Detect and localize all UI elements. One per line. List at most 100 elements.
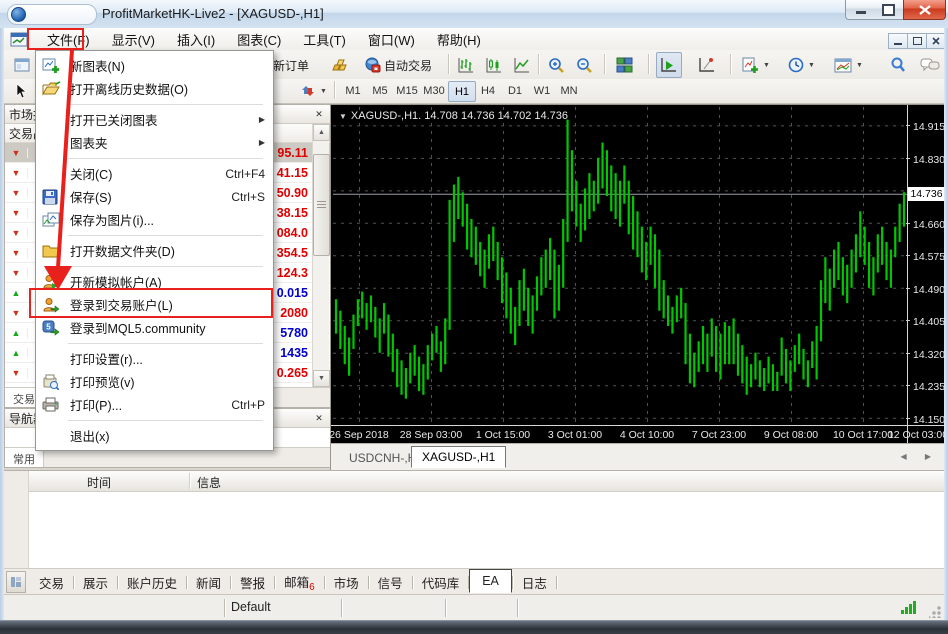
terminal-tab-2[interactable]: 账户历史 (118, 570, 186, 595)
menu-item-r[interactable]: 打印设置(r)... (36, 347, 273, 370)
timeframe-m5[interactable]: M5 (367, 81, 393, 100)
tile-windows-button[interactable] (612, 52, 637, 78)
market-watch-scrollbar[interactable]: ▲ ▼ (312, 124, 329, 387)
gold-button[interactable] (326, 52, 356, 78)
terminal-tab-ea[interactable]: EA (469, 569, 512, 593)
zoom-out-icon (576, 57, 593, 74)
market-watch-toggle-button[interactable] (10, 52, 34, 78)
menu-insert[interactable]: 插入(I) (166, 28, 226, 51)
menu-file[interactable]: 文件(F) (36, 28, 101, 51)
autotrade-button[interactable]: 自动交易 (360, 52, 436, 78)
menu-item-mql5community[interactable]: 5 登录到MQL5.community (36, 316, 273, 339)
templates-button[interactable]: ▼ (830, 52, 867, 78)
timeframe-h4[interactable]: H4 (475, 81, 501, 100)
chat-button[interactable] (916, 52, 944, 78)
menu-help[interactable]: 帮助(H) (426, 28, 492, 51)
indicators-button[interactable]: ▼ (738, 52, 774, 78)
tab-scroll-arrows[interactable]: ◀ ▶ (900, 452, 939, 461)
timeframe-m1[interactable]: M1 (340, 81, 366, 100)
status-profile[interactable]: Default (231, 600, 271, 614)
column-time[interactable]: 时间 (87, 474, 111, 491)
app-logo-pill[interactable] (7, 4, 97, 25)
styler-button[interactable]: ▼ (296, 80, 331, 102)
submenu-arrow-icon: ▶ (259, 138, 265, 147)
scroll-up-icon[interactable]: ▲ (313, 124, 330, 141)
terminal-panel-icon[interactable] (6, 571, 26, 593)
chart-collapse-icon[interactable]: ▼ (339, 112, 347, 121)
mdi-system-icon[interactable] (10, 32, 28, 47)
terminal-tab-1[interactable]: 展示 (74, 570, 117, 595)
auto-scroll-button[interactable] (656, 52, 682, 78)
menu-item-c[interactable]: 关闭(C)Ctrl+F4 (36, 162, 273, 185)
time-tick-label: 3 Oct 01:00 (548, 429, 602, 441)
terminal-tab-7[interactable]: 信号 (369, 570, 412, 595)
column-message[interactable]: 信息 (197, 474, 221, 491)
timeframe-d1[interactable]: D1 (502, 81, 528, 100)
terminal-tab-3[interactable]: 新闻 (187, 570, 230, 595)
mdi-restore-button[interactable] (907, 33, 927, 49)
terminal-tab-0[interactable]: 交易 (30, 570, 73, 595)
bar-chart-mode-button[interactable] (454, 52, 478, 78)
timeframe-m30[interactable]: M30 (421, 81, 447, 100)
zoom-out-button[interactable] (572, 52, 597, 78)
menu-view[interactable]: 显示(V) (101, 28, 166, 51)
terminal-tab-6[interactable]: 市场 (325, 570, 368, 595)
periods-button[interactable]: ▼ (784, 52, 819, 78)
timeframe-m15[interactable]: M15 (394, 81, 420, 100)
mdi-close-button[interactable] (926, 33, 946, 49)
menu-item-i[interactable]: 保存为图片(i)... (36, 208, 273, 231)
menu-item-a[interactable]: 开新模拟帐户(A) (36, 270, 273, 293)
terminal-tab-8[interactable]: 代码库 (413, 570, 469, 595)
timeframe-w1[interactable]: W1 (529, 81, 555, 100)
arrow-up-icon: ▲ (5, 328, 28, 338)
resize-grip[interactable] (929, 606, 941, 618)
price-axis[interactable]: 14.91514.83014.66014.57514.49014.40514.3… (909, 105, 945, 425)
scrollbar-thumb[interactable] (313, 154, 330, 256)
menu-window[interactable]: 窗口(W) (357, 28, 426, 51)
menu-item-v[interactable]: 打印预览(v) (36, 370, 273, 393)
timeframe-mn[interactable]: MN (556, 81, 582, 100)
cursor-tool-button[interactable] (10, 80, 32, 102)
minimize-button[interactable] (845, 0, 876, 20)
terminal-tab-5[interactable]: 邮箱6 (275, 569, 324, 596)
column-divider[interactable] (189, 473, 190, 489)
arrow-down-icon: ▼ (5, 188, 28, 198)
candlestick-mode-button[interactable] (482, 52, 506, 78)
close-button[interactable] (903, 0, 946, 20)
menu-item-[interactable]: 图表夹▶ (36, 131, 273, 154)
time-axis[interactable]: 26 Sep 201828 Sep 03:001 Oct 15:003 Oct … (331, 427, 945, 443)
menu-item-label: 登录到MQL5.community (70, 318, 205, 337)
scroll-down-icon[interactable]: ▼ (313, 370, 330, 387)
price-chart[interactable] (333, 107, 907, 425)
navigator-close-icon[interactable]: ✕ (312, 413, 326, 424)
menu-item-s[interactable]: 保存(S)Ctrl+S (36, 185, 273, 208)
restore-button[interactable] (874, 0, 903, 20)
status-divider (517, 599, 518, 617)
menu-item-o[interactable]: 打开离线历史数据(O) (36, 77, 273, 100)
menu-item-p[interactable]: 打印(P)...Ctrl+P (36, 393, 273, 416)
login-mql5-icon: 5 (42, 320, 62, 336)
zoom-in-button[interactable] (544, 52, 569, 78)
menu-item-x[interactable]: 退出(x) (36, 424, 273, 447)
menu-charts[interactable]: 图表(C) (226, 28, 292, 51)
line-chart-mode-button[interactable] (510, 52, 534, 78)
arrow-down-icon: ▼ (5, 228, 28, 238)
menu-item-n[interactable]: 新图表(N) (36, 54, 273, 77)
menu-item-d[interactable]: 打开数据文件夹(D) (36, 239, 273, 262)
menu-tools[interactable]: 工具(T) (292, 28, 357, 51)
timeframe-h1[interactable]: H1 (448, 81, 476, 102)
price-tick-mark (906, 418, 910, 419)
chart-title: ▼XAGUSD-,H1. 14.708 14.736 14.702 14.736 (339, 110, 568, 122)
mdi-minimize-button[interactable] (888, 33, 908, 49)
search-button[interactable] (886, 52, 910, 78)
chart-tab-xagusdh1[interactable]: XAGUSD-,H1 (411, 446, 506, 468)
terminal-tab-4[interactable]: 警报 (231, 570, 274, 595)
menu-icon-placeholder (42, 112, 62, 128)
menu-item-[interactable]: 打开已关闭图表▶ (36, 108, 273, 131)
chart-shift-button[interactable] (694, 52, 720, 78)
terminal-tab-10[interactable]: 日志 (513, 570, 556, 595)
market-watch-close-icon[interactable]: ✕ (312, 109, 326, 120)
axis-separator (331, 425, 945, 426)
mail-badge: 6 (309, 582, 315, 593)
menu-item-login-trade-account[interactable]: 登录到交易账户(L) (36, 293, 273, 316)
